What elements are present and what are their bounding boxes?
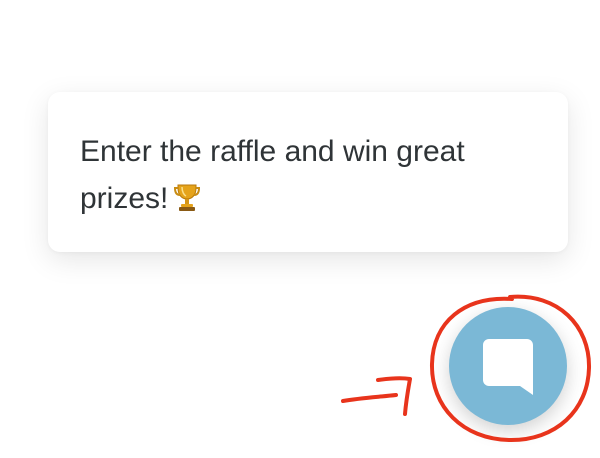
popup-message: Enter the raffle and win great prizes! — [80, 128, 530, 226]
message-popup: Enter the raffle and win great prizes! — [48, 92, 568, 252]
arrow-shaft — [341, 393, 398, 403]
trophy-icon — [174, 179, 201, 226]
chat-launcher-button[interactable] — [449, 307, 567, 425]
popup-message-text: Enter the raffle and win great prizes! — [80, 135, 465, 215]
page: Enter the raffle and win great prizes! — [0, 0, 600, 458]
chat-bubble-icon — [483, 339, 533, 395]
arrow-head — [376, 376, 412, 416]
